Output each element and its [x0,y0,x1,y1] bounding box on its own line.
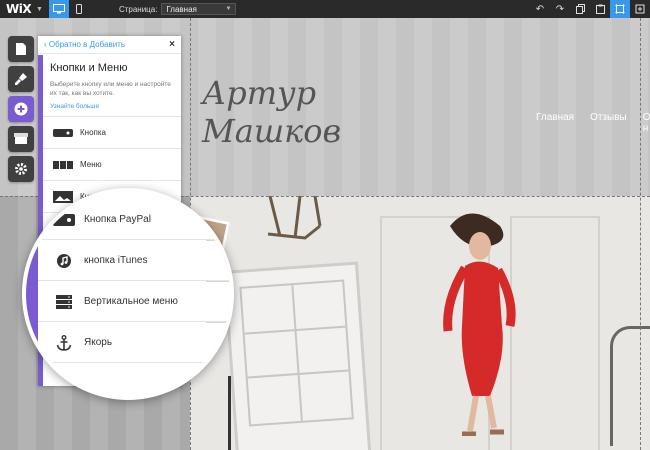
right-guide-line [640,18,641,450]
list-item-vertical-menu[interactable]: Вертикальное меню [38,282,230,322]
plus-circle-icon [14,102,28,116]
list-item-empty [38,364,230,396]
button-icon [52,128,74,137]
list-item-label: Кнопка PayPal [84,214,151,225]
nav-item-reviews[interactable]: Отзывы [590,112,627,134]
zoom-icon [635,4,645,14]
open-door [223,261,372,450]
page-icon [16,43,26,55]
settings-button[interactable] [8,156,34,182]
chevron-down-icon[interactable]: ▼ [36,6,43,13]
gear-icon [15,163,27,175]
brush-icon [15,73,27,85]
vertical-menu-icon [52,294,76,309]
desktop-icon [52,4,65,14]
copy-icon [575,4,585,14]
site-title-line2: Машков [202,112,342,150]
zoom-button[interactable] [630,0,650,18]
redo-icon: ↷ [555,3,565,15]
gridlines-toggle[interactable] [610,0,630,18]
page-label: Страница: [118,4,158,14]
woman-in-red-dress [443,213,516,436]
editor-top-bar: WiX ▼ Страница: Главная ▼ ↶ ↷ [0,0,650,18]
nav-item-home[interactable]: Главная [536,112,574,134]
back-to-add-link[interactable]: Обратно в Добавить [49,40,125,49]
list-item-menu[interactable]: Меню [38,149,181,181]
mobile-icon [75,4,82,14]
list-item-label: Кнопка [80,128,106,137]
store-icon [14,133,28,144]
left-toolbar [8,36,34,186]
list-item-label: Якорь [84,337,113,348]
redo-button[interactable]: ↷ [550,0,570,18]
undo-icon: ↶ [535,3,545,15]
mobile-view-button[interactable] [69,0,89,18]
gridlines-icon [615,4,625,14]
list-item-itunes[interactable]: кнопка iTunes [38,241,230,281]
undo-button[interactable]: ↶ [530,0,550,18]
add-button[interactable] [8,96,34,122]
design-button[interactable] [8,66,34,92]
site-title-line1: Артур [202,74,317,112]
panel-description: Выберите кнопку или меню и настройте их … [50,81,171,97]
site-title[interactable]: Артур Машков [202,74,341,150]
copy-button[interactable] [570,0,590,18]
panel-top-bar: ‹ Обратно в Добавить × [38,36,181,54]
close-icon[interactable]: × [169,39,175,50]
list-item-label: кнопка iTunes [84,255,148,266]
wix-logo[interactable]: WiX [0,2,40,16]
page-select[interactable]: Главная ▼ [161,3,237,15]
chevron-down-icon: ▼ [225,6,232,12]
anchor-icon [52,334,76,351]
hero-photo[interactable] [190,196,650,450]
menu-icon [52,160,74,169]
zoom-magnifier: Кнопка PayPal кнопка iTunes Вертикальное… [22,188,234,400]
panel-title: Кнопки и Меню [50,62,128,74]
list-item-paypal[interactable]: Кнопка PayPal [38,200,230,240]
falling-chair [267,196,322,240]
list-item-button[interactable]: Кнопка [38,117,181,149]
list-item-label: Меню [80,160,102,169]
app-market-button[interactable] [8,126,34,152]
site-nav[interactable]: Главная Отзывы О н [536,112,650,134]
pages-button[interactable] [8,36,34,62]
learn-more-link[interactable]: Узнайте больше [50,103,173,110]
panel-header: Кнопки и Меню Выберите кнопку или меню и… [38,54,181,117]
page-select-value: Главная [166,4,197,14]
chair-silhouette [610,326,650,446]
paste-icon [595,4,605,14]
itunes-icon [52,253,76,268]
paypal-icon [52,213,76,226]
list-item-label: Вертикальное меню [84,296,178,307]
desktop-view-button[interactable] [48,0,69,18]
nav-item-about[interactable]: О н [643,112,650,134]
list-item-anchor[interactable]: Якорь [38,323,230,363]
paste-button[interactable] [590,0,610,18]
